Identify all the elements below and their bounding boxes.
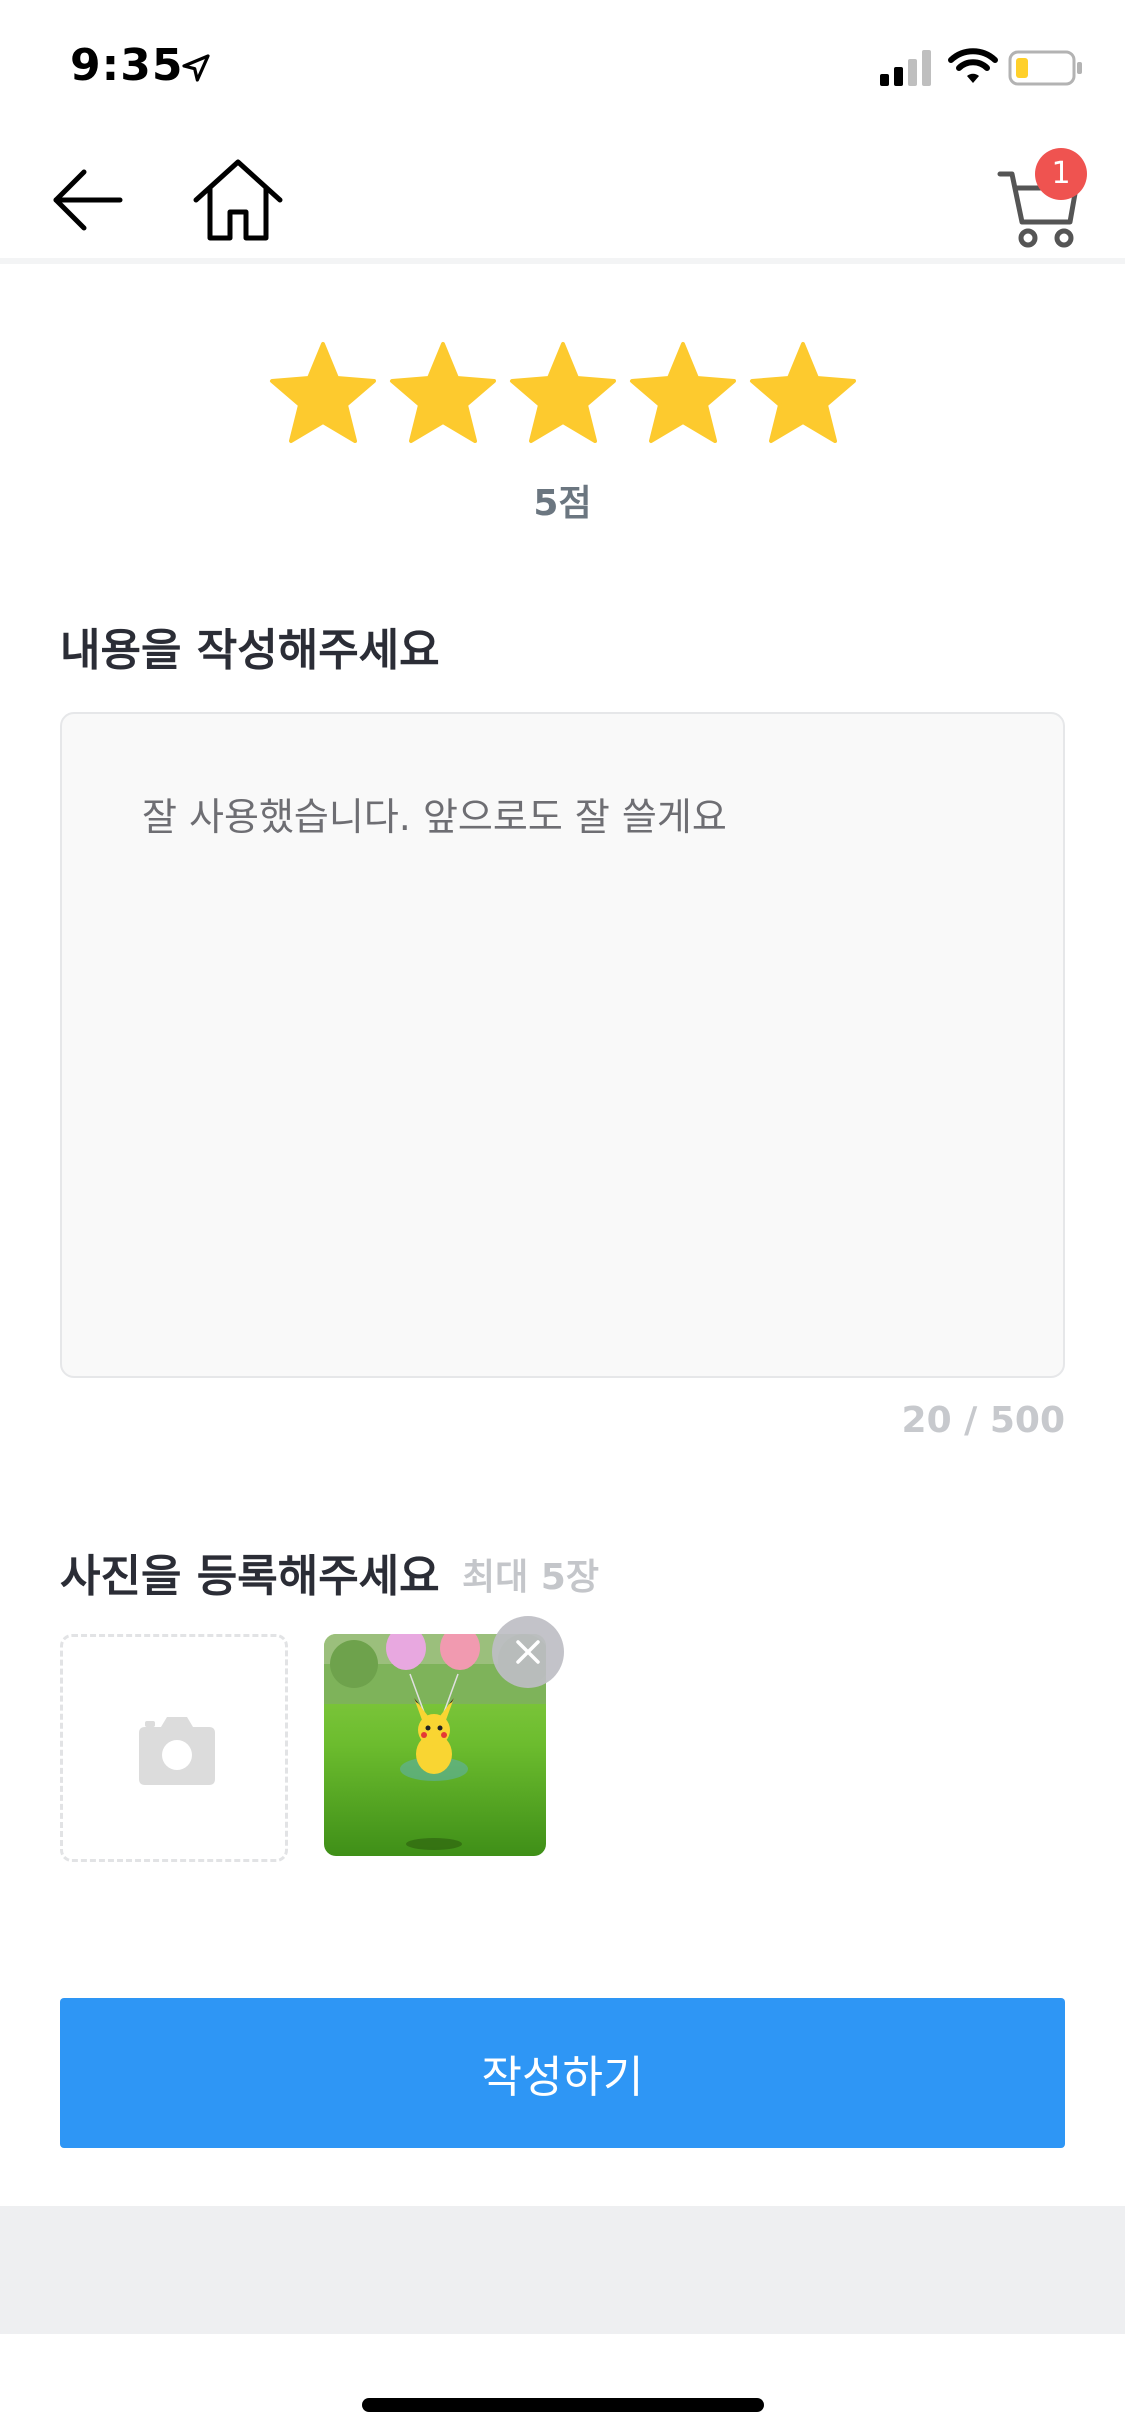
char-counter: 20 / 500: [901, 1400, 1065, 1441]
status-time: 9:35: [70, 40, 184, 91]
star-icon[interactable]: [268, 340, 378, 446]
star-icon[interactable]: [628, 340, 738, 446]
star-icon[interactable]: [388, 340, 498, 446]
photo-heading: 사진을 등록해주세요: [60, 1551, 440, 1602]
cart-badge: 1: [1035, 148, 1087, 200]
photo-limit: 최대 5장: [462, 1557, 599, 1598]
signal-icon: [880, 50, 931, 86]
star-icon[interactable]: [748, 340, 858, 446]
rating-text: 5점: [533, 483, 592, 524]
location-arrow-icon: [182, 54, 210, 82]
status-bar: 9:35: [0, 0, 1125, 132]
content-heading: 내용을 작성해주세요: [60, 625, 440, 676]
rating-stars[interactable]: [268, 340, 858, 450]
close-icon: [516, 1640, 540, 1664]
home-icon: [193, 159, 283, 241]
submit-button[interactable]: 작성하기: [60, 1998, 1065, 2148]
battery-icon: [1008, 50, 1082, 86]
review-textarea[interactable]: 잘 사용했습니다. 앞으로도 잘 쓸게요: [60, 712, 1065, 1378]
add-photo-button[interactable]: [60, 1634, 288, 1862]
camera-icon: [139, 1717, 215, 1785]
home-indicator: [362, 2398, 764, 2412]
remove-photo-button[interactable]: [492, 1616, 564, 1688]
arrow-left-icon: [53, 169, 123, 231]
wifi-icon: [948, 48, 998, 83]
home-button[interactable]: [190, 158, 286, 242]
bottom-area: [0, 2206, 1125, 2334]
back-button[interactable]: [50, 162, 126, 238]
nav-bar: [0, 132, 1125, 264]
star-icon[interactable]: [508, 340, 618, 446]
